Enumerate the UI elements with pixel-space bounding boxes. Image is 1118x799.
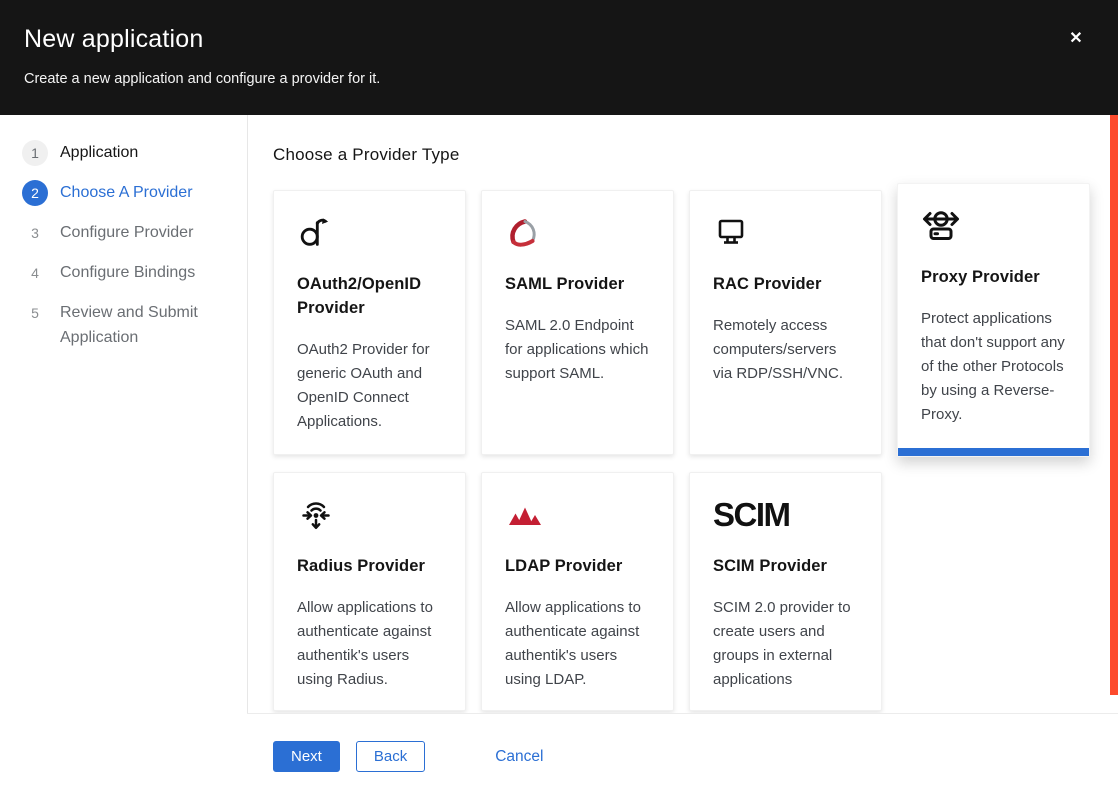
selected-indicator-bar [898, 448, 1089, 456]
close-icon[interactable]: ✕ [1062, 25, 1090, 53]
next-button[interactable]: Next [273, 741, 340, 772]
back-button[interactable]: Back [356, 741, 425, 772]
step-number: 5 [22, 300, 48, 326]
vertical-scrollbar [1110, 115, 1118, 713]
card-title: SAML Provider [505, 273, 650, 297]
card-title: Proxy Provider [921, 266, 1066, 290]
card-ldap-provider[interactable]: LDAP Provider Allow applications to auth… [481, 472, 674, 711]
card-oauth2-openid-provider[interactable]: OAuth2/OpenID Provider OAuth2 Provider f… [273, 190, 466, 455]
step-number: 4 [22, 260, 48, 286]
card-description: OAuth2 Provider for generic OAuth and Op… [297, 338, 442, 434]
step-choose-a-provider[interactable]: 2 Choose A Provider [22, 180, 229, 206]
scrollbar-thumb[interactable] [1110, 115, 1118, 695]
card-saml-provider[interactable]: SAML Provider SAML 2.0 Endpoint for appl… [481, 190, 674, 455]
wizard-subtitle: Create a new application and configure a… [24, 71, 380, 87]
step-label: Configure Provider [60, 220, 193, 245]
card-title: Radius Provider [297, 555, 442, 579]
card-description: Protect applications that don't support … [921, 307, 1066, 427]
wizard-steps-sidebar: 1 Application 2 Choose A Provider 3 Conf… [0, 115, 248, 799]
step-number: 1 [22, 140, 48, 166]
card-description: Remotely access computers/servers via RD… [713, 314, 858, 386]
card-title: LDAP Provider [505, 555, 650, 579]
radius-icon [297, 495, 442, 535]
proxy-icon [921, 206, 1066, 246]
scim-logo: SCIM [713, 495, 858, 535]
step-configure-provider[interactable]: 3 Configure Provider [22, 220, 229, 246]
step-configure-bindings[interactable]: 4 Configure Bindings [22, 260, 229, 286]
card-description: SCIM 2.0 provider to create users and gr… [713, 596, 858, 692]
card-scim-provider[interactable]: SCIM SCIM Provider SCIM 2.0 provider to … [689, 472, 882, 711]
step-review-and-submit[interactable]: 5 Review and Submit Application [22, 300, 229, 350]
card-rac-provider[interactable]: RAC Provider Remotely access computers/s… [689, 190, 882, 455]
card-radius-provider[interactable]: Radius Provider Allow applications to au… [273, 472, 466, 711]
provider-type-grid: OAuth2/OpenID Provider OAuth2 Provider f… [273, 190, 1090, 711]
wizard-footer: Next Back Cancel [247, 713, 1118, 799]
cancel-button[interactable]: Cancel [489, 747, 549, 767]
step-label: Review and Submit Application [60, 300, 215, 350]
openid-icon [297, 213, 442, 253]
ldap-icon [505, 495, 650, 535]
card-description: Allow applications to authenticate again… [297, 596, 442, 692]
step-application[interactable]: 1 Application [22, 140, 229, 166]
step-label: Choose A Provider [60, 180, 193, 205]
wizard-header: New application Create a new application… [0, 0, 1118, 115]
card-description: SAML 2.0 Endpoint for applications which… [505, 314, 650, 386]
step-number: 3 [22, 220, 48, 246]
card-title: RAC Provider [713, 273, 858, 297]
rac-monitor-icon [713, 213, 858, 253]
card-proxy-provider[interactable]: Proxy Provider Protect applications that… [897, 183, 1090, 457]
wizard-title: New application [24, 25, 204, 54]
step-label: Configure Bindings [60, 260, 195, 285]
card-title: SCIM Provider [713, 555, 858, 579]
step-number: 2 [22, 180, 48, 206]
page-title: Choose a Provider Type [273, 145, 459, 165]
card-description: Allow applications to authenticate again… [505, 596, 650, 692]
card-title: OAuth2/OpenID Provider [297, 273, 442, 321]
scim-logo-text: SCIM [713, 495, 790, 535]
step-label: Application [60, 140, 138, 165]
saml-icon [505, 213, 650, 253]
